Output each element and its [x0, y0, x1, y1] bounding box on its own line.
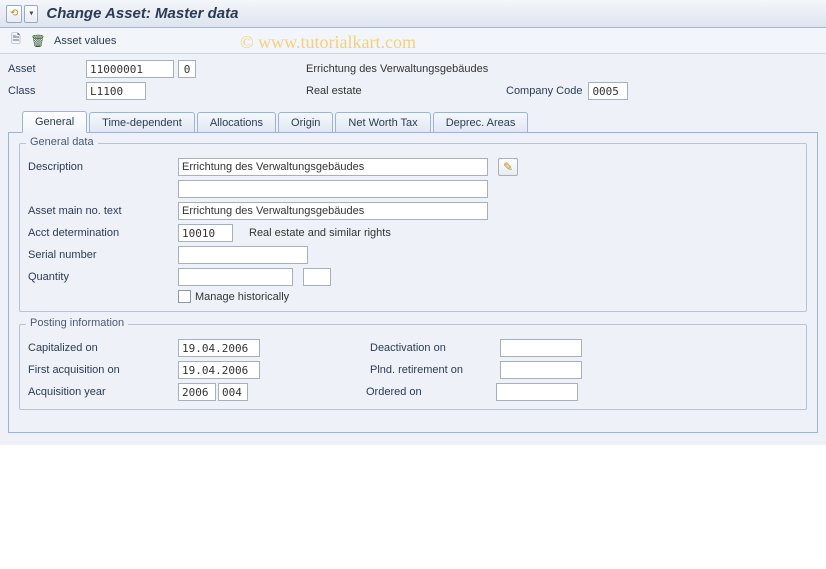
- group-posting-info: Posting information Capitalized on Deact…: [19, 324, 807, 410]
- description2-input[interactable]: [178, 180, 488, 198]
- tab-net-worth-tax[interactable]: Net Worth Tax: [335, 112, 430, 133]
- deact-label: Deactivation on: [370, 342, 500, 354]
- tab-panel: General data Description ✎ Asset main no…: [8, 132, 818, 433]
- serial-label: Serial number: [28, 249, 178, 261]
- pencil-icon: ✎: [503, 160, 513, 174]
- dropdown-button[interactable]: ▾: [24, 5, 38, 23]
- manage-historically-label: Manage historically: [195, 291, 289, 303]
- tab-time-dependent[interactable]: Time-dependent: [89, 112, 195, 133]
- asset-number-input[interactable]: [86, 60, 174, 78]
- ordered-input[interactable]: [496, 383, 578, 401]
- serial-input[interactable]: [178, 246, 308, 264]
- acct-det-text: Real estate and similar rights: [249, 227, 391, 239]
- acq-period-input[interactable]: [218, 383, 248, 401]
- class-text: Real estate: [306, 85, 506, 97]
- title-bar: ⟲ ▾ Change Asset: Master data: [0, 0, 826, 28]
- tab-strip: General Time-dependent Allocations Origi…: [8, 110, 818, 132]
- asset-main-label: Asset main no. text: [28, 205, 178, 217]
- tab-general[interactable]: General: [22, 111, 87, 133]
- description-input[interactable]: [178, 158, 488, 176]
- cap-on-label: Capitalized on: [28, 342, 178, 354]
- acq-year-label: Acquisition year: [28, 386, 178, 398]
- class-label: Class: [8, 85, 86, 97]
- content-area: Asset Errichtung des Verwaltungsgebäudes…: [0, 54, 826, 445]
- company-code-input[interactable]: [588, 82, 628, 100]
- asset-label: Asset: [8, 63, 86, 75]
- cap-on-input[interactable]: [178, 339, 260, 357]
- application-toolbar: 🗎 🗑 Asset values: [0, 28, 826, 54]
- qty-unit-input[interactable]: [303, 268, 331, 286]
- tab-allocations[interactable]: Allocations: [197, 112, 276, 133]
- asset-main-input[interactable]: [178, 202, 488, 220]
- first-acq-input[interactable]: [178, 361, 260, 379]
- long-text-button[interactable]: ✎: [498, 158, 518, 176]
- qty-label: Quantity: [28, 271, 178, 283]
- description-label: Description: [28, 161, 178, 173]
- ordered-label: Ordered on: [366, 386, 496, 398]
- deact-input[interactable]: [500, 339, 582, 357]
- tab-origin[interactable]: Origin: [278, 112, 333, 133]
- asset-subnumber-input[interactable]: [178, 60, 196, 78]
- manage-historically-checkbox[interactable]: [178, 290, 191, 303]
- asset-values-link[interactable]: Asset values: [54, 35, 116, 47]
- group-general-title: General data: [26, 136, 98, 148]
- page-title: Change Asset: Master data: [46, 5, 238, 22]
- header-row-asset: Asset Errichtung des Verwaltungsgebäudes: [8, 60, 818, 78]
- tab-deprec-areas[interactable]: Deprec. Areas: [433, 112, 529, 133]
- header-row-class: Class Real estate Company Code: [8, 82, 818, 100]
- plnd-ret-input[interactable]: [500, 361, 582, 379]
- acct-det-label: Acct determination: [28, 227, 178, 239]
- plnd-ret-label: Plnd. retirement on: [370, 364, 500, 376]
- delete-icon[interactable]: 🗑: [28, 31, 48, 51]
- acct-det-input[interactable]: [178, 224, 233, 242]
- asset-text: Errichtung des Verwaltungsgebäudes: [306, 63, 488, 75]
- acq-year-input[interactable]: [178, 383, 216, 401]
- company-code-label: Company Code: [506, 85, 582, 97]
- class-input[interactable]: [86, 82, 146, 100]
- qty-input[interactable]: [178, 268, 293, 286]
- group-general-data: General data Description ✎ Asset main no…: [19, 143, 807, 312]
- wrap-toggle-button[interactable]: ⟲: [6, 5, 22, 23]
- group-posting-title: Posting information: [26, 317, 128, 329]
- document-icon[interactable]: 🗎: [6, 31, 26, 51]
- first-acq-label: First acquisition on: [28, 364, 178, 376]
